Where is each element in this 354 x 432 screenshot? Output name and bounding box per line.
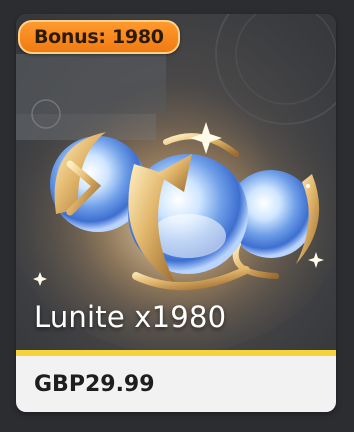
- product-artwork: Bonus: 1980 Lunite x1980: [16, 14, 336, 350]
- lunite-product-card[interactable]: Bonus: 1980 Lunite x1980 GBP29.99: [16, 14, 336, 412]
- page: Bonus: 1980 Lunite x1980 GBP29.99: [0, 0, 354, 432]
- price-label: GBP29.99: [34, 371, 155, 397]
- bonus-badge: Bonus: 1980: [18, 20, 180, 54]
- bonus-label: Bonus: 1980: [34, 26, 164, 48]
- price-bar[interactable]: GBP29.99: [16, 356, 336, 412]
- product-name: Lunite x1980: [34, 300, 227, 334]
